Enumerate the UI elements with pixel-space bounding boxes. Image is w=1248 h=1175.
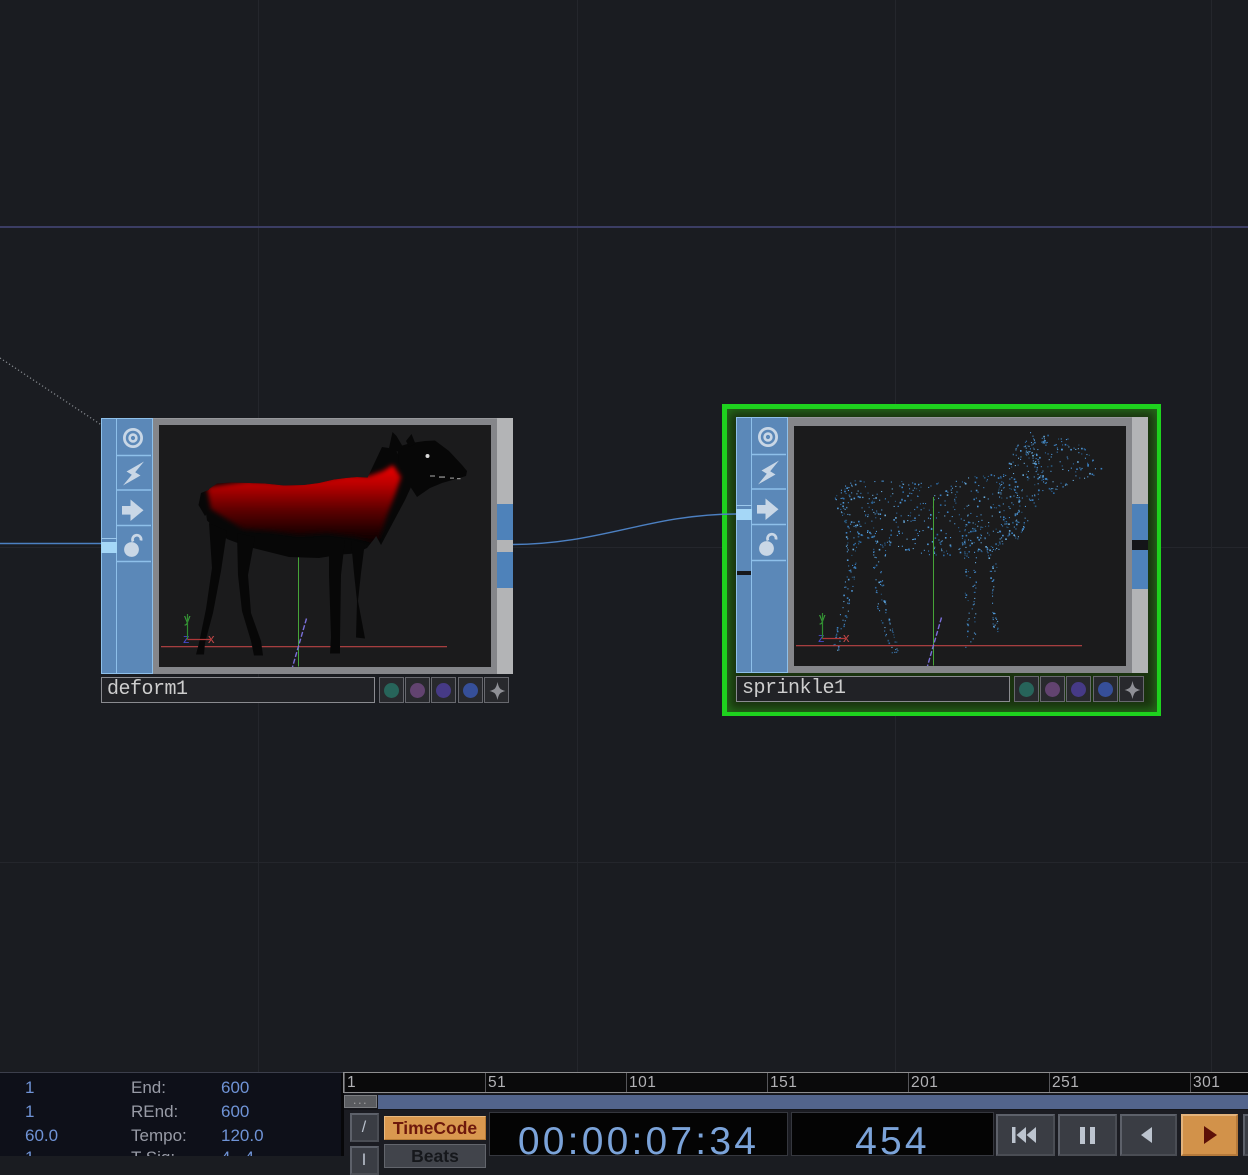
svg-text:x: x: [208, 631, 215, 646]
svg-text:x: x: [843, 630, 850, 645]
svg-text:z: z: [818, 630, 825, 645]
svg-text:z: z: [183, 631, 190, 646]
